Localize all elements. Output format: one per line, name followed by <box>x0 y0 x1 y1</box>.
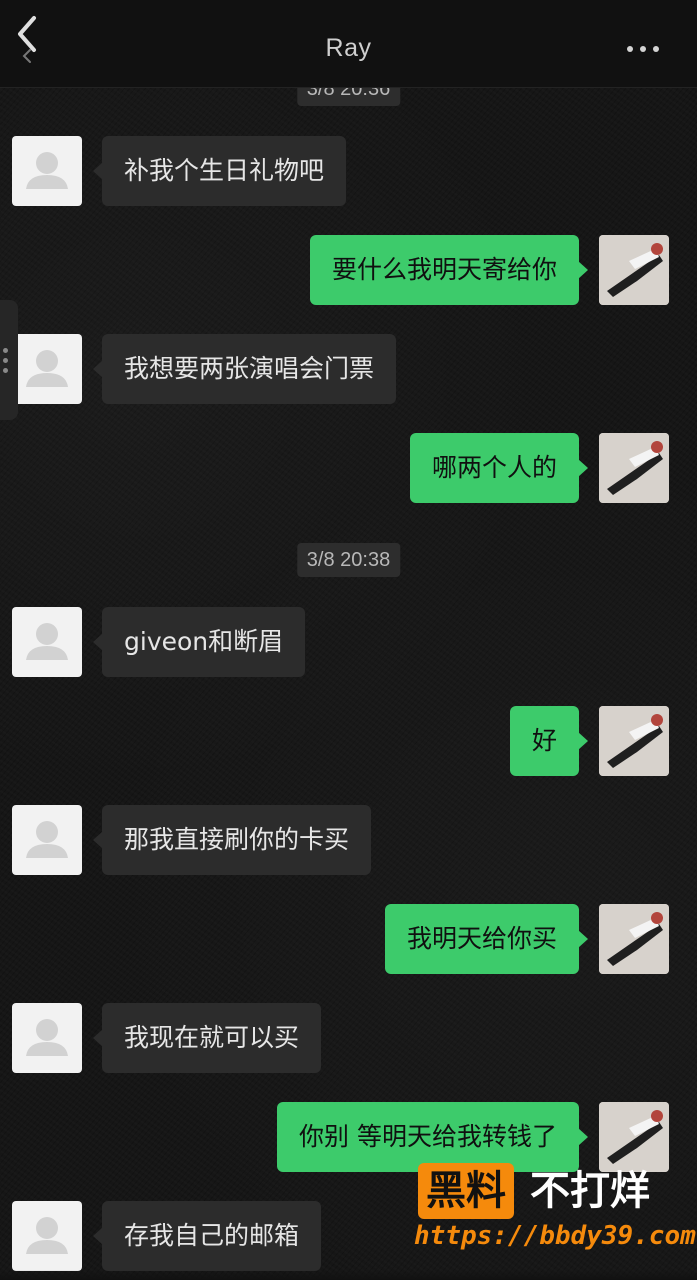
outgoing-message[interactable]: 我明天给你买 <box>384 904 589 974</box>
outgoing-message[interactable]: 好 <box>509 706 589 776</box>
chat-header: Ray <box>0 0 697 88</box>
incoming-message[interactable]: 那我直接刷你的卡买 <box>92 805 372 875</box>
contact-avatar[interactable] <box>12 805 82 875</box>
user-avatar[interactable] <box>599 706 669 776</box>
user-avatar[interactable] <box>599 1102 669 1172</box>
watermark-brand: 黑料 <box>418 1163 514 1219</box>
incoming-message[interactable]: 补我个生日礼物吧 <box>92 136 347 206</box>
incoming-message[interactable]: 存我自己的邮箱 <box>92 1201 322 1271</box>
incoming-message[interactable]: 我现在就可以买 <box>92 1003 322 1073</box>
user-avatar[interactable] <box>599 904 669 974</box>
watermark-url: https://bbdy39.com <box>414 1221 696 1251</box>
bottom-fade <box>0 1270 697 1280</box>
user-avatar[interactable] <box>599 235 669 305</box>
incoming-message[interactable]: 我想要两张演唱会门票 <box>92 334 397 404</box>
user-avatar[interactable] <box>599 433 669 503</box>
contact-avatar[interactable] <box>12 1201 82 1271</box>
side-drawer-handle[interactable] <box>0 300 18 420</box>
outgoing-message[interactable]: 你别 等明天给我转钱了 <box>277 1102 588 1172</box>
outgoing-message[interactable]: 哪两个人的 <box>409 433 589 503</box>
timestamp: 3/8 20:38 <box>296 543 401 577</box>
watermark-text: 不打烊 <box>530 1168 650 1214</box>
contact-avatar[interactable] <box>12 607 82 677</box>
more-dots-icon[interactable] <box>627 46 661 56</box>
contact-avatar[interactable] <box>12 334 82 404</box>
contact-avatar[interactable] <box>12 1003 82 1073</box>
chat-title: Ray <box>325 34 372 62</box>
outgoing-message[interactable]: 要什么我明天寄给你 <box>309 235 589 305</box>
incoming-message[interactable]: giveon和断眉 <box>92 607 306 677</box>
watermark: 黑料 不打烊 https://bbdy39.com <box>414 1163 696 1263</box>
contact-avatar[interactable] <box>12 136 82 206</box>
